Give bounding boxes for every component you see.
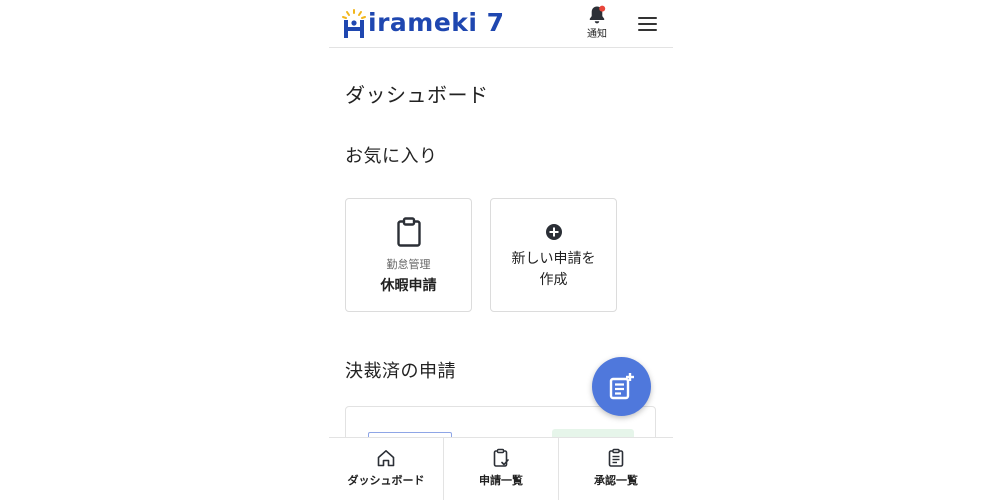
clipboard-icon <box>397 217 421 247</box>
logo-wordmark: irameki 7 <box>368 8 505 37</box>
new-application-label-line1: 新しい申請を <box>511 251 596 267</box>
app-screen: irameki 7 通知 ダッシュボード お気に入り 勤怠管理 休暇申請 新しい… <box>329 0 673 500</box>
favorites-section-title: お気に入り <box>345 146 438 167</box>
notification-label: 通知 <box>587 29 607 40</box>
bottom-navigation: ダッシュボード 申請一覧 承認一覧 <box>329 437 673 500</box>
new-application-fab[interactable] <box>592 357 651 416</box>
favorite-category: 勤怠管理 <box>386 258 431 271</box>
notification-button[interactable]: 通知 <box>581 5 613 41</box>
hamburger-menu-icon[interactable] <box>638 16 658 32</box>
nav-item-dashboard[interactable]: ダッシュボード <box>329 438 444 500</box>
new-application-label-line2: 作成 <box>539 272 568 288</box>
clipboard-check-icon <box>493 448 509 467</box>
nav-item-applications[interactable]: 申請一覧 <box>444 438 559 500</box>
page-title: ダッシュボード <box>345 83 489 107</box>
new-application-icon <box>609 373 634 400</box>
approved-section-title: 決裁済の申請 <box>345 361 456 382</box>
favorite-card-leave-request[interactable]: 勤怠管理 休暇申請 <box>345 198 472 312</box>
clipboard-list-icon <box>608 448 624 467</box>
bell-icon <box>589 5 606 24</box>
favorite-name: 休暇申請 <box>380 278 437 294</box>
app-logo[interactable]: irameki 7 <box>341 4 505 40</box>
new-application-label: 新しい申請を 作成 <box>491 249 616 291</box>
nav-label: 承認一覧 <box>594 474 638 487</box>
nav-label: 申請一覧 <box>479 474 523 487</box>
nav-label: ダッシュボード <box>347 474 425 487</box>
favorite-card-new-application[interactable]: 新しい申請を 作成 <box>490 198 617 312</box>
nav-item-approvals[interactable]: 承認一覧 <box>559 438 673 500</box>
home-icon <box>377 450 395 467</box>
hirameki-logo-icon <box>342 9 366 38</box>
app-header: irameki 7 通知 <box>329 0 673 48</box>
plus-circle-icon <box>546 224 562 240</box>
